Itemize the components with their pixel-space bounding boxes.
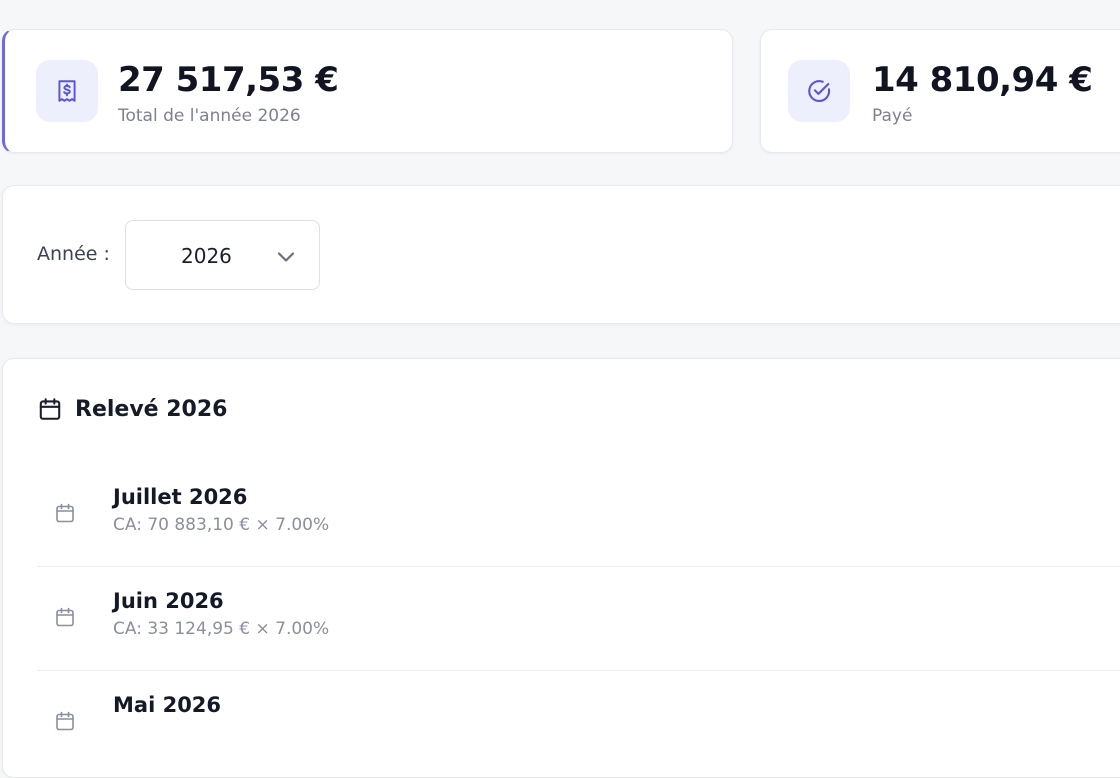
check-circle-icon: [788, 60, 850, 122]
total-stat-card: 27 517,53 € Total de l'année 2026: [2, 29, 733, 153]
paid-stat-card: 14 810,94 € Payé: [760, 29, 1120, 153]
year-select[interactable]: 2026: [125, 220, 320, 290]
total-label: Total de l'année 2026: [118, 106, 301, 126]
list-item[interactable]: Juillet 2026 CA: 70 883,10 € × 7.00%: [37, 463, 1120, 567]
receipt-dollar-icon: [36, 60, 98, 122]
year-filter-label: Année :: [37, 243, 110, 265]
statement-header: Relevé 2026: [37, 396, 227, 422]
calendar-icon: [56, 711, 74, 731]
calendar-icon: [56, 503, 74, 523]
year-filter-card: Année : 2026: [2, 185, 1120, 324]
month-detail: CA: 33 124,95 € × 7.00%: [113, 619, 330, 639]
month-name: Juin 2026: [113, 589, 224, 613]
list-item[interactable]: Juin 2026 CA: 33 124,95 € × 7.00%: [37, 567, 1120, 671]
list-item[interactable]: Mai 2026: [37, 671, 1120, 775]
paid-amount: 14 810,94 €: [872, 60, 1093, 100]
year-select-value: 2026: [181, 244, 232, 268]
statement-title: Relevé 2026: [75, 396, 228, 422]
month-detail: CA: 70 883,10 € × 7.00%: [113, 515, 330, 535]
calendar-icon: [56, 607, 74, 627]
month-name: Juillet 2026: [113, 485, 248, 509]
month-list: Juillet 2026 CA: 70 883,10 € × 7.00% Jui…: [37, 463, 1120, 775]
month-name: Mai 2026: [113, 693, 222, 717]
statement-card: Relevé 2026 Juillet 2026 CA: 70 883,10 €…: [2, 358, 1120, 778]
calendar-icon: [39, 398, 61, 420]
total-amount: 27 517,53 €: [118, 60, 339, 100]
paid-label: Payé: [872, 106, 913, 126]
chevron-down-icon: [277, 252, 295, 262]
